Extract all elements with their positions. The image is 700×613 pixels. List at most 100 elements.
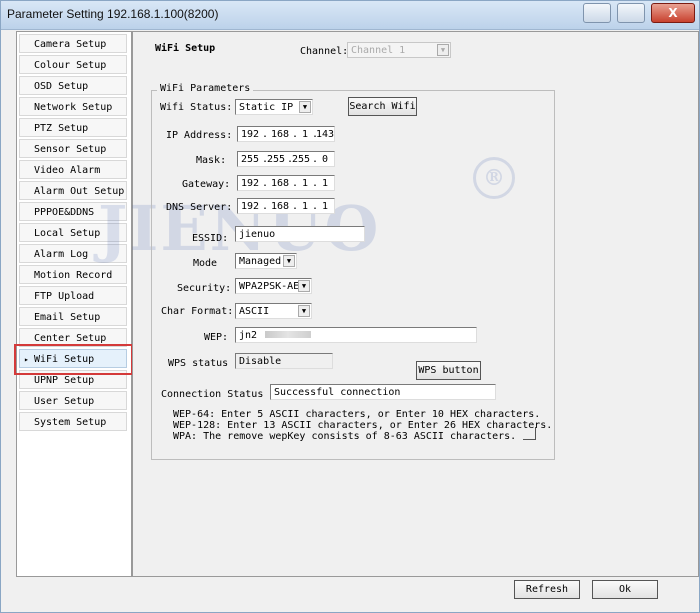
ok-button[interactable]: Ok — [592, 580, 658, 599]
wifi-setup-highlight-frame — [14, 344, 133, 375]
chevron-down-icon: ▼ — [437, 44, 449, 56]
parameter-setting-window: Parameter Setting 192.168.1.100(8200) X … — [0, 0, 700, 613]
sidebar-item-colour-setup[interactable]: Colour Setup — [19, 55, 127, 74]
ip-octet-1: 192 — [241, 129, 260, 140]
sidebar-item-label: Local Setup — [34, 228, 101, 239]
mode-select[interactable]: Managed ▼ — [235, 253, 297, 269]
chevron-down-icon: ▼ — [283, 255, 295, 267]
security-select[interactable]: WPA2PSK-AES ▼ — [235, 278, 312, 294]
close-button[interactable]: X — [651, 3, 695, 23]
char-format-select[interactable]: ASCII ▼ — [235, 303, 312, 319]
ip-address-field[interactable]: 192 . 168 . 1 . 143 — [237, 126, 335, 142]
dns-octet-4: 1 — [322, 201, 329, 212]
sidebar-item-system-setup[interactable]: System Setup — [19, 412, 127, 431]
essid-label: ESSID: — [192, 233, 229, 244]
key-format-notes: WEP-64: Enter 5 ASCII characters, or Ent… — [173, 409, 552, 442]
char-format-label: Char Format: — [161, 306, 234, 317]
sidebar-item-label: PTZ Setup — [34, 123, 89, 134]
mask-field[interactable]: 255 . 255 . 255 . 0 — [237, 151, 335, 167]
wifi-status-label: Wifi Status: — [160, 102, 233, 113]
chevron-down-icon: ▼ — [298, 280, 310, 292]
sidebar-item-alarm-log[interactable]: Alarm Log — [19, 244, 127, 263]
wps-status-field: Disable — [235, 353, 333, 369]
search-wifi-button[interactable]: Search Wifi — [348, 97, 417, 116]
mask-octet-2: 255 — [267, 154, 286, 165]
mode-value: Managed — [239, 256, 282, 267]
mode-label: Mode — [193, 258, 218, 269]
note-wpa: WPA: The remove wepKey consists of 8-63 … — [173, 431, 517, 442]
mask-octet-3: 255 — [292, 154, 311, 165]
gateway-octet-2: 168 — [271, 178, 290, 189]
wifi-status-value: Static IP — [239, 102, 294, 113]
mask-octet-1: 255 — [241, 154, 260, 165]
channel-select[interactable]: Channel 1 ▼ — [347, 42, 451, 58]
sidebar-item-network-setup[interactable]: Network Setup — [19, 97, 127, 116]
sidebar-item-pppoe-ddns-setup[interactable]: PPPOE&DDNS Setup — [19, 202, 127, 237]
channel-label: Channel: — [300, 46, 349, 57]
sidebar-menu: Camera Setup Colour Setup OSD Setup Netw… — [16, 31, 132, 577]
wifi-status-select[interactable]: Static IP ▼ — [235, 99, 313, 115]
ip-address-label: IP Address: — [166, 130, 233, 141]
minimize-button[interactable] — [583, 3, 611, 23]
sidebar-item-sensor-setup[interactable]: Sensor Setup — [19, 139, 127, 158]
sidebar-item-label: Email Setup — [34, 312, 101, 323]
sidebar-item-user-setup[interactable]: User Setup — [19, 391, 127, 410]
wifi-parameters-group — [151, 90, 555, 460]
connection-status-label: Connection Status — [161, 389, 264, 400]
ip-octet-2: 168 — [271, 129, 290, 140]
sidebar-item-video-alarm-setup[interactable]: Video Alarm Setup — [19, 160, 127, 195]
sidebar-item-local-setup[interactable]: Local Setup — [19, 223, 127, 242]
panel-title: WiFi Setup — [155, 43, 216, 54]
gateway-field[interactable]: 192 . 168 . 1 . 1 — [237, 175, 335, 191]
gateway-octet-3: 1 — [302, 178, 309, 189]
refresh-button[interactable]: Refresh — [514, 580, 580, 599]
security-label: Security: — [177, 283, 232, 294]
chevron-down-icon: ▼ — [299, 101, 311, 113]
note-wep64: WEP-64: Enter 5 ASCII characters, or Ent… — [173, 409, 541, 420]
sidebar-item-label: Center Setup — [34, 333, 107, 344]
sidebar-item-camera-setup[interactable]: Camera Setup — [19, 34, 127, 53]
sidebar-item-label: Alarm Out Setup — [34, 186, 125, 197]
sidebar-item-label: Motion Record — [34, 270, 113, 281]
dns-octet-2: 168 — [271, 201, 290, 212]
sidebar-item-email-setup[interactable]: Email Setup — [19, 307, 127, 326]
sidebar-item-label: OSD Setup — [34, 81, 89, 92]
sidebar-item-label: System Setup — [34, 417, 107, 428]
sidebar-item-label: Colour Setup — [34, 60, 107, 71]
wps-button[interactable]: WPS button — [416, 361, 481, 380]
wep-key-value: jn2 — [239, 330, 258, 341]
sidebar-item-label: Network Setup — [34, 102, 113, 113]
sidebar-item-ftp-upload[interactable]: FTP Upload — [19, 286, 127, 305]
sidebar-item-alarm-out-setup[interactable]: Alarm Out Setup — [19, 181, 127, 200]
wep-label: WEP: — [204, 332, 229, 343]
mask-label: Mask: — [196, 155, 227, 166]
mask-octet-4: 0 — [322, 154, 329, 165]
essid-field[interactable]: jienuo — [235, 226, 365, 242]
ip-octet-4: 143 — [316, 129, 335, 140]
sidebar-item-label: Alarm Log — [34, 249, 89, 260]
sidebar-item-label: Sensor Setup — [34, 144, 107, 155]
channel-value: Channel 1 — [351, 45, 406, 56]
dns-server-field[interactable]: 192 . 168 . 1 . 1 — [237, 198, 335, 214]
chevron-down-icon: ▼ — [298, 305, 310, 317]
char-format-value: ASCII — [239, 306, 270, 317]
sidebar-item-ptz-setup[interactable]: PTZ Setup — [19, 118, 127, 137]
sidebar-item-label: User Setup — [34, 396, 95, 407]
wps-status-label: WPS status — [168, 358, 229, 369]
connection-status-field: Successful connection — [270, 384, 496, 400]
note-wep128: WEP-128: Enter 13 ASCII characters, or E… — [173, 420, 553, 431]
wifi-parameters-title: WiFi Parameters — [157, 83, 254, 94]
gateway-octet-4: 1 — [322, 178, 329, 189]
sidebar-item-label: FTP Upload — [34, 291, 95, 302]
sidebar-item-label: UPNP Setup — [34, 375, 95, 386]
sidebar-item-osd-setup[interactable]: OSD Setup — [19, 76, 127, 95]
maximize-button[interactable] — [617, 3, 645, 23]
sidebar-item-motion-record[interactable]: Motion Record — [19, 265, 127, 284]
blurred-key-mask — [265, 331, 312, 338]
dns-server-label: DNS Server: — [166, 202, 233, 213]
window-title: Parameter Setting 192.168.1.100(8200) — [7, 7, 219, 21]
wep-key-field[interactable]: jn2 — [235, 327, 477, 343]
title-bar[interactable]: Parameter Setting 192.168.1.100(8200) X — [1, 1, 699, 30]
gateway-octet-1: 192 — [241, 178, 260, 189]
wifi-setup-panel: JIENUO ® WiFi Setup Channel: Channel 1 ▼… — [98, 31, 699, 577]
